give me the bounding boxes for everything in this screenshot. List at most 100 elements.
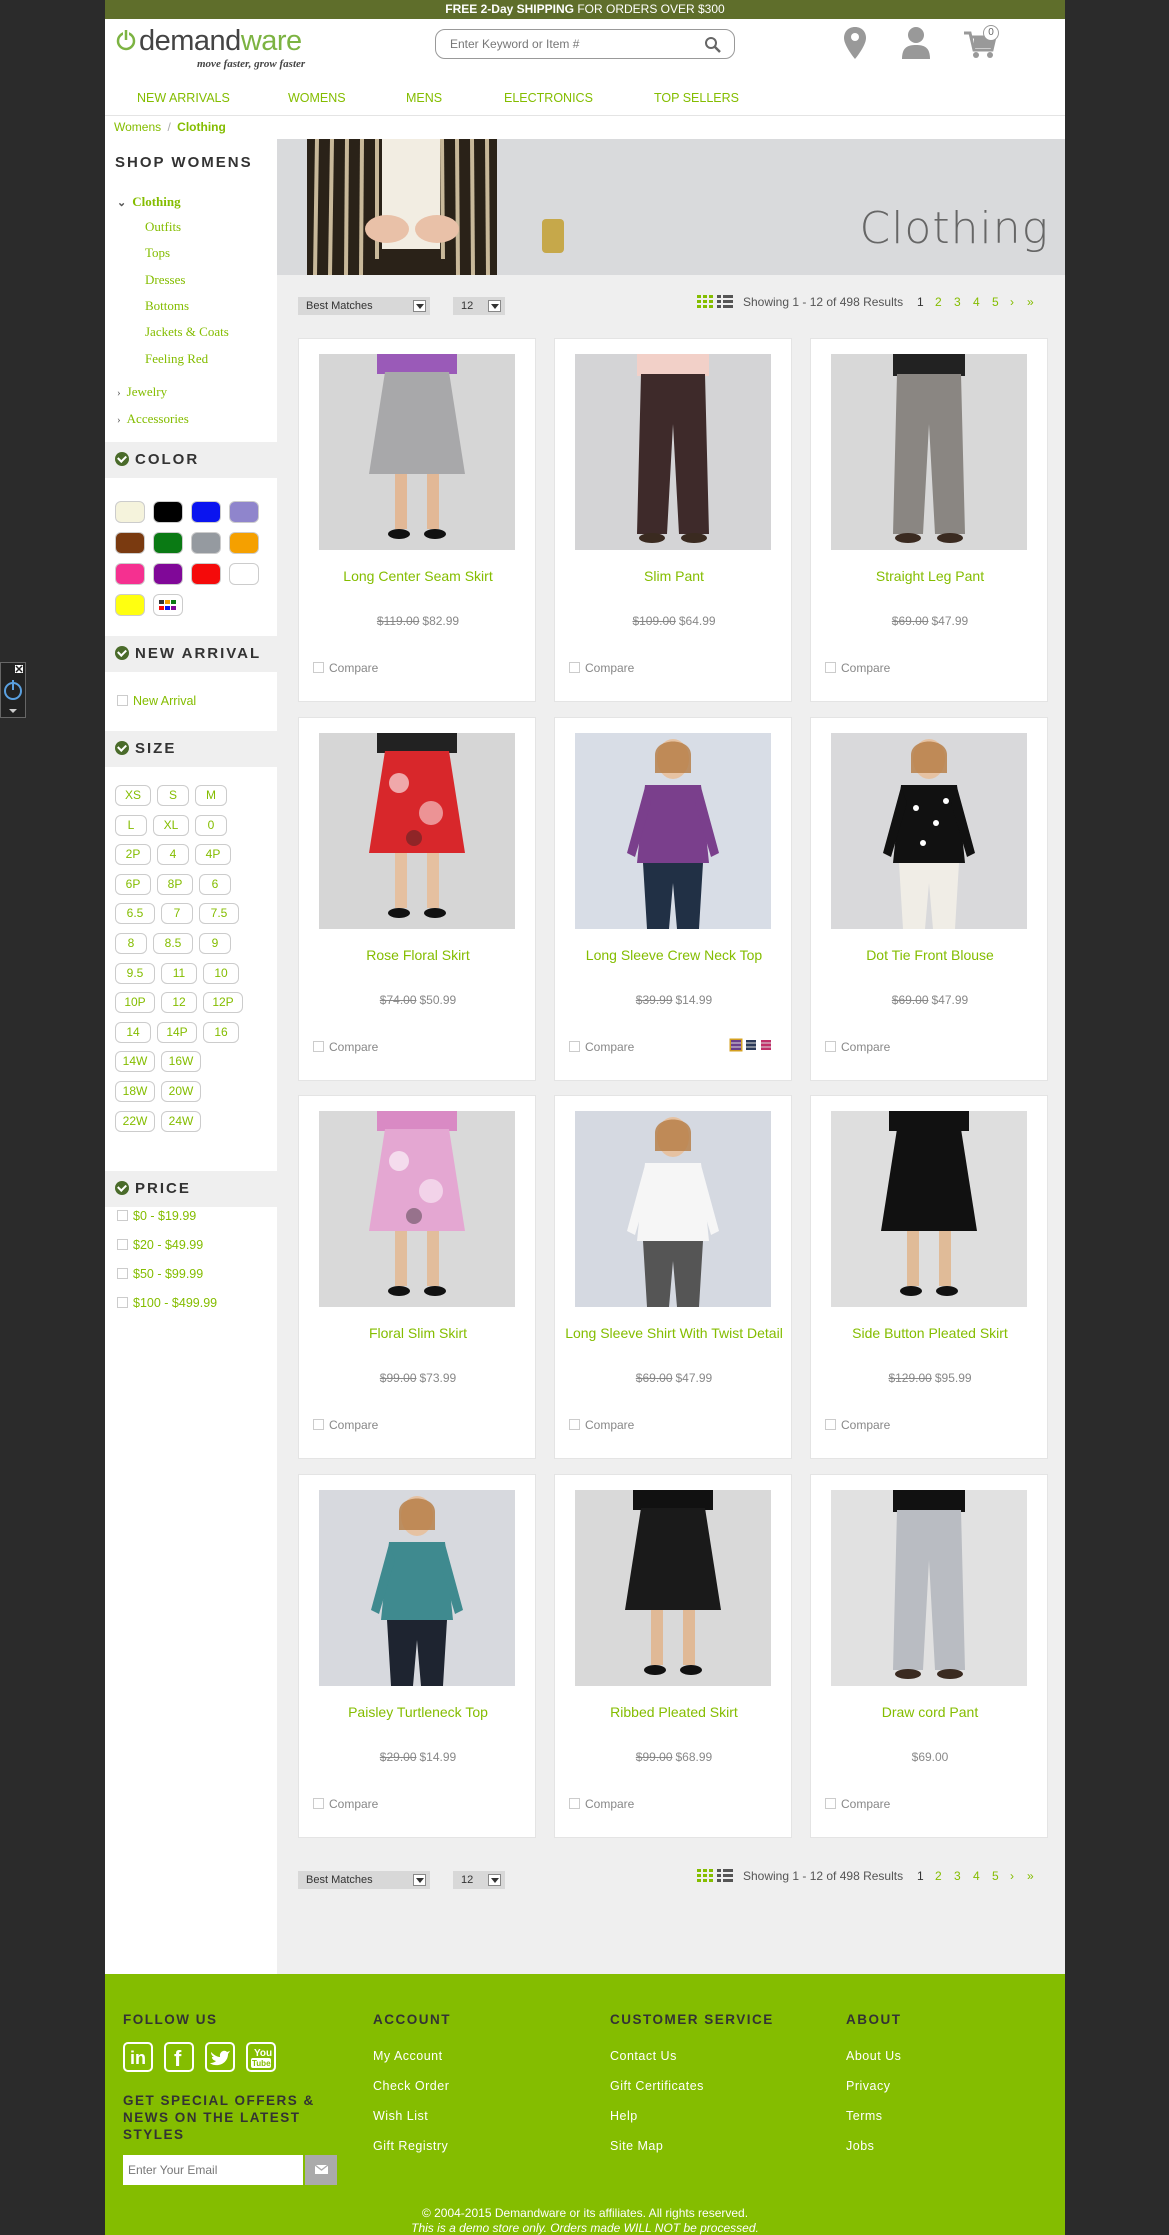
product-name[interactable]: Slim Pant	[563, 567, 785, 585]
product-image[interactable]	[319, 733, 515, 929]
product-name[interactable]: Rose Floral Skirt	[307, 946, 529, 964]
compare-checkbox[interactable]: Compare	[569, 1418, 634, 1432]
product-name[interactable]: Dot Tie Front Blouse	[819, 946, 1041, 964]
checkbox[interactable]	[825, 1798, 836, 1809]
color-swatch-grey[interactable]	[191, 532, 221, 554]
size-option[interactable]: 24W	[161, 1110, 201, 1132]
checkbox[interactable]	[313, 1419, 324, 1430]
color-swatch-yellow[interactable]	[115, 594, 145, 616]
color-swatch-blue[interactable]	[191, 501, 221, 523]
new-arrival-option[interactable]: New Arrival	[117, 694, 196, 708]
subcategory-dresses[interactable]: Dresses	[145, 272, 185, 288]
footer-jobs-link[interactable]: Jobs	[846, 2139, 874, 2153]
checkbox[interactable]	[117, 1268, 128, 1279]
next-page-icon[interactable]: ›	[1010, 295, 1014, 309]
footer-contact-us-link[interactable]: Contact Us	[610, 2049, 677, 2063]
category-clothing[interactable]: ⌄ Clothing	[117, 194, 181, 210]
price-option-2[interactable]: $50 - $99.99	[117, 1267, 203, 1281]
compare-checkbox[interactable]: Compare	[569, 1040, 634, 1054]
product-tile[interactable]: Rose Floral Skirt $74.00 $50.99 Compare	[298, 717, 536, 1081]
checkbox[interactable]	[117, 695, 128, 706]
page-1[interactable]: 1	[917, 1869, 924, 1883]
checkbox[interactable]	[569, 1798, 580, 1809]
size-option[interactable]: 6.5	[115, 903, 155, 925]
size-option[interactable]: 14	[115, 1021, 151, 1043]
twitter-icon[interactable]	[205, 2042, 235, 2072]
checkbox[interactable]	[313, 1798, 324, 1809]
product-image[interactable]	[319, 354, 515, 550]
subcategory-tops[interactable]: Tops	[145, 245, 170, 261]
page-3[interactable]: 3	[954, 295, 961, 309]
product-image[interactable]	[319, 1111, 515, 1307]
size-option[interactable]: 12P	[203, 992, 243, 1014]
list-view-icon[interactable]	[717, 1869, 733, 1883]
product-name[interactable]: Ribbed Pleated Skirt	[563, 1703, 785, 1721]
next-page-icon[interactable]: ›	[1010, 1869, 1014, 1883]
category-jewelry[interactable]: › Jewelry	[117, 384, 167, 400]
page-2[interactable]: 2	[935, 1869, 942, 1883]
compare-checkbox[interactable]: Compare	[313, 661, 378, 675]
size-option[interactable]: XS	[115, 785, 151, 806]
size-option[interactable]: 9	[199, 933, 231, 954]
color-swatch-green[interactable]	[153, 532, 183, 554]
sort-select-bottom[interactable]: Best Matches	[298, 1871, 430, 1889]
size-option[interactable]: 7	[161, 903, 193, 925]
size-option[interactable]: L	[115, 814, 147, 836]
product-color-swatches[interactable]	[729, 1038, 777, 1052]
sort-select[interactable]: Best Matches	[298, 297, 430, 315]
checkbox[interactable]	[569, 1419, 580, 1430]
newsletter-email-input[interactable]	[123, 2155, 303, 2185]
price-option-3[interactable]: $100 - $499.99	[117, 1296, 217, 1310]
nav-electronics[interactable]: ELECTRONICS	[504, 91, 593, 105]
size-option[interactable]: 8	[115, 933, 147, 954]
grid-view-icon[interactable]	[697, 1869, 713, 1883]
color-swatch-beige[interactable]	[115, 501, 145, 523]
nav-mens[interactable]: MENS	[406, 91, 442, 105]
compare-checkbox[interactable]: Compare	[825, 1797, 890, 1811]
product-tile[interactable]: Long Sleeve Shirt With Twist Detail $69.0…	[554, 1095, 792, 1459]
checkbox[interactable]	[825, 1419, 836, 1430]
color-swatch-black[interactable]	[153, 501, 183, 523]
breadcrumb-clothing[interactable]: Clothing	[177, 120, 226, 134]
color-swatch-pink[interactable]	[115, 563, 145, 585]
product-tile[interactable]: Straight Leg Pant $69.00 $47.99 Compare	[810, 338, 1048, 702]
checkbox[interactable]	[313, 662, 324, 673]
checkbox[interactable]	[313, 1041, 324, 1052]
product-image[interactable]	[575, 1111, 771, 1307]
size-option[interactable]: S	[157, 785, 189, 806]
product-image[interactable]	[319, 1490, 515, 1686]
logo[interactable]: demandware move faster, grow faster	[115, 25, 315, 70]
product-name[interactable]: Side Button Pleated Skirt	[819, 1324, 1041, 1342]
checkbox[interactable]	[569, 1041, 580, 1052]
product-name[interactable]: Floral Slim Skirt	[307, 1324, 529, 1342]
size-option[interactable]: 4P	[195, 844, 231, 866]
product-image[interactable]	[831, 733, 1027, 929]
size-option[interactable]: M	[195, 785, 227, 806]
product-tile[interactable]: Long Center Seam Skirt $119.00 $82.99 Compa…	[298, 338, 536, 702]
product-tile[interactable]: Draw cord Pant $69.00 Compare	[810, 1474, 1048, 1838]
size-option[interactable]: 12	[161, 992, 197, 1014]
size-option[interactable]: XL	[153, 814, 189, 836]
price-option-0[interactable]: $0 - $19.99	[117, 1209, 196, 1223]
footer-check-order-link[interactable]: Check Order	[373, 2079, 449, 2093]
size-option[interactable]: 7.5	[199, 903, 239, 925]
compare-checkbox[interactable]: Compare	[569, 661, 634, 675]
category-accessories[interactable]: › Accessories	[117, 411, 189, 427]
footer-wish-list-link[interactable]: Wish List	[373, 2109, 428, 2123]
last-page-icon[interactable]: »	[1027, 1869, 1034, 1883]
youtube-icon[interactable]: You Tube	[246, 2042, 276, 2072]
color-swatch-multicolor[interactable]	[153, 594, 183, 616]
search-icon[interactable]	[704, 36, 722, 54]
checkbox[interactable]	[117, 1239, 128, 1250]
checkbox[interactable]	[117, 1210, 128, 1221]
linkedin-icon[interactable]: in	[123, 2042, 153, 2072]
size-option[interactable]: 16	[203, 1021, 239, 1043]
product-tile[interactable]: Paisley Turtleneck Top $29.00 $14.99 Compar…	[298, 1474, 536, 1838]
size-option[interactable]: 2P	[115, 844, 151, 866]
size-option[interactable]: 20W	[161, 1081, 201, 1102]
product-name[interactable]: Long Sleeve Crew Neck Top	[563, 946, 785, 964]
color-swatch-red[interactable]	[191, 563, 221, 585]
search-input[interactable]	[450, 36, 690, 52]
subcategory-jackets-coats[interactable]: Jackets & Coats	[145, 324, 229, 340]
nav-top-sellers[interactable]: TOP SELLERS	[654, 91, 739, 105]
